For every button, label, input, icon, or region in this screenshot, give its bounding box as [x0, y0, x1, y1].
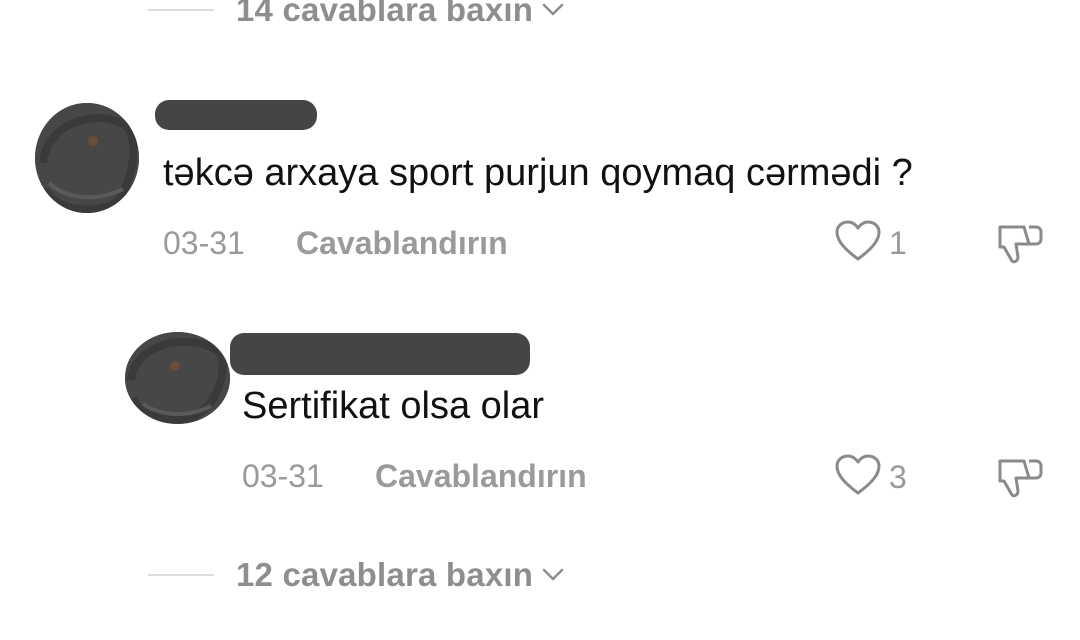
like-count: 3	[889, 459, 907, 495]
view-replies-label: 12 cavablara baxın	[236, 556, 534, 593]
comment-date: 03-31	[163, 225, 245, 261]
dislike-button[interactable]	[996, 221, 1044, 270]
avatar[interactable]	[125, 332, 230, 424]
like-count: 1	[889, 225, 907, 261]
reply-item: Sertifikat olsa olar 03-31 Cavablandırın…	[0, 315, 1080, 515]
dislike-button[interactable]	[996, 455, 1044, 504]
like-button[interactable]: 3	[835, 454, 907, 501]
divider-line	[148, 9, 214, 11]
reply-text: Sertifikat olsa olar	[242, 385, 545, 427]
view-replies-button-bottom[interactable]: 12 cavablara baxın	[148, 555, 565, 595]
thumbs-down-icon	[996, 225, 1044, 269]
comment-text: təkcə arxaya sport purjun qoymaq cərmədi…	[163, 152, 913, 194]
chevron-down-icon	[541, 567, 565, 583]
username-redacted[interactable]	[155, 100, 317, 130]
comments-panel: 14 cavablara baxın təkcə arxaya sport pu…	[0, 0, 1080, 640]
divider-line	[148, 574, 214, 576]
comment-item: təkcə arxaya sport purjun qoymaq cərmədi…	[0, 80, 1080, 280]
view-replies-label: 14 cavablara baxın	[236, 0, 534, 28]
thumbs-down-icon	[996, 459, 1044, 503]
heart-outline-icon	[835, 454, 881, 501]
view-replies-button-top[interactable]: 14 cavablara baxın	[148, 0, 565, 30]
heart-outline-icon	[835, 220, 881, 267]
avatar[interactable]	[35, 103, 139, 213]
chevron-down-icon	[541, 2, 565, 18]
reply-date: 03-31	[242, 458, 324, 494]
reply-button[interactable]: Cavablandırın	[296, 225, 508, 262]
reply-button[interactable]: Cavablandırın	[375, 458, 587, 495]
username-redacted[interactable]	[230, 333, 530, 375]
like-button[interactable]: 1	[835, 220, 907, 267]
